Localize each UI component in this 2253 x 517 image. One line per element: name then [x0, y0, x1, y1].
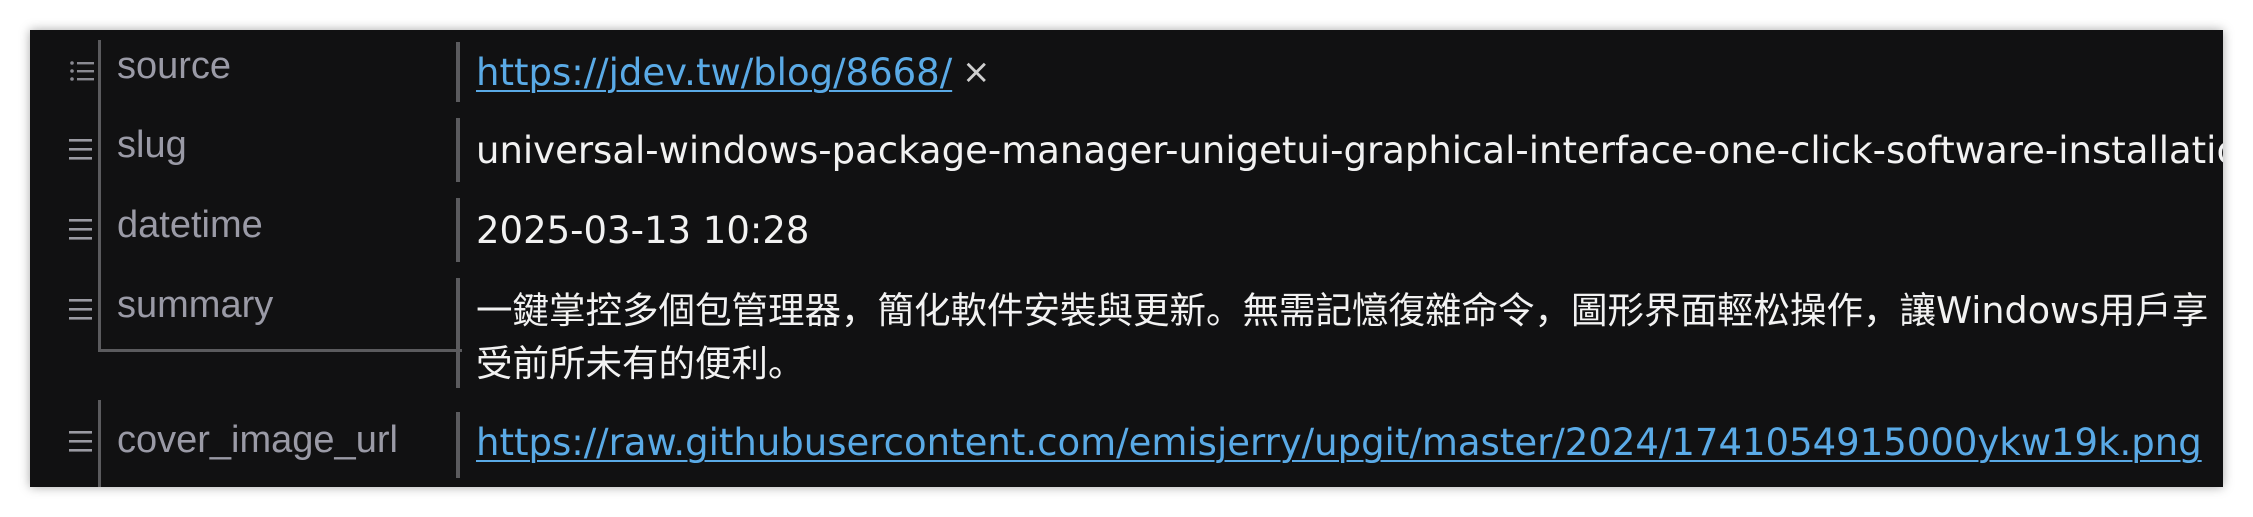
property-key-source[interactable]: source: [98, 40, 462, 110]
property-key-datetime[interactable]: datetime: [98, 190, 462, 270]
property-key-cover-image-url[interactable]: cover_image_url: [98, 400, 462, 487]
properties-panel: source https://jdev.tw/blog/8668/ × slug…: [30, 30, 2223, 487]
property-value-slug[interactable]: universal-windows-package-manager-uniget…: [476, 124, 2223, 178]
property-value-source[interactable]: https://jdev.tw/blog/8668/: [476, 46, 952, 100]
property-divider: [456, 412, 460, 478]
cover-image-link[interactable]: https://raw.githubusercontent.com/emisje…: [476, 421, 2202, 464]
property-key-slug[interactable]: slug: [98, 110, 462, 190]
source-link[interactable]: https://jdev.tw/blog/8668/: [476, 51, 952, 94]
property-value-cover-image-url[interactable]: https://raw.githubusercontent.com/emisje…: [476, 416, 2202, 470]
property-divider: [456, 278, 460, 388]
property-value-datetime[interactable]: 2025-03-13 10:28: [476, 204, 809, 258]
property-row-summary: summary 一鍵掌控多個包管理器，簡化軟件安裝與更新。無需記憶復雜命令，圖形…: [30, 270, 2223, 400]
property-row-cover-image-url: cover_image_url https://raw.githubuserco…: [30, 400, 2223, 487]
property-divider: [456, 198, 460, 262]
property-row-slug: slug universal-windows-package-manager-u…: [30, 110, 2223, 190]
property-row-datetime: datetime 2025-03-13 10:28: [30, 190, 2223, 270]
close-icon[interactable]: ×: [962, 52, 991, 92]
property-key-summary[interactable]: summary: [98, 270, 462, 352]
property-divider: [456, 118, 460, 182]
property-value-summary[interactable]: 一鍵掌控多個包管理器，簡化軟件安裝與更新。無需記憶復雜命令，圖形界面輕松操作，讓…: [476, 284, 2216, 390]
property-row-source: source https://jdev.tw/blog/8668/ ×: [30, 30, 2223, 110]
property-divider: [456, 42, 460, 102]
